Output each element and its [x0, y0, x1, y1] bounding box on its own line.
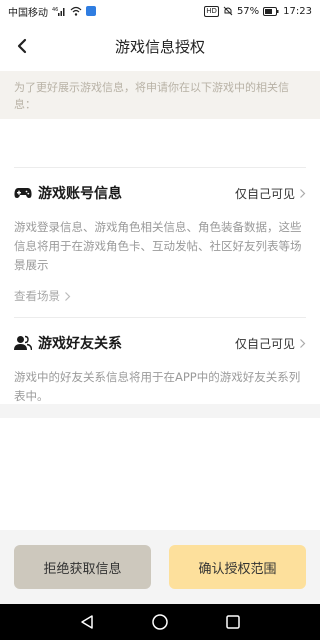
- section-title: 游戏好友关系: [38, 336, 122, 352]
- section-header: 游戏好友关系 仅自己可见: [14, 318, 306, 368]
- battery-icon: [263, 6, 279, 16]
- reject-button[interactable]: 拒绝获取信息: [14, 545, 151, 589]
- section-description: 游戏登录信息、游戏角色相关信息、角色装备数据，这些信息将用于在游戏角色卡、互动发…: [14, 220, 302, 272]
- confirm-button[interactable]: 确认授权范围: [169, 545, 306, 589]
- mute-icon: [223, 6, 233, 16]
- triangle-back-icon: [80, 615, 93, 629]
- chevron-left-icon: [17, 38, 27, 54]
- friends-icon: [14, 335, 32, 351]
- carrier-name: 中国移动: [8, 7, 48, 19]
- hd-badge: HD: [204, 5, 219, 17]
- section-header: 游戏账号信息 仅自己可见: [14, 168, 306, 218]
- section-game-friends: 游戏好友关系 仅自己可见 游戏中的好友关系信息将用于在APP中的游戏好友关系列表…: [0, 318, 320, 406]
- section-description: 游戏中的好友关系信息将用于在APP中的游戏好友关系列表中。: [14, 370, 301, 403]
- visibility-selector[interactable]: 仅自己可见: [235, 185, 306, 202]
- action-bar: 拒绝获取信息 确认授权范围: [0, 530, 320, 604]
- page-header: 游戏信息授权: [0, 22, 320, 70]
- visibility-label: 仅自己可见: [234, 336, 295, 351]
- back-button[interactable]: [10, 34, 34, 58]
- permissions-list: 游戏账号信息 仅自己可见 游戏登录信息、游戏角色相关信息、角色装备数据，这些信息…: [0, 119, 320, 406]
- view-scene-link[interactable]: 查看场景: [14, 285, 306, 307]
- battery-percent: 57%: [236, 5, 260, 17]
- chevron-right-icon: [65, 291, 71, 301]
- authorization-notice: 为了更好展示游戏信息，将申请你在以下游戏中的相关信息：: [0, 71, 320, 119]
- page-title: 游戏信息授权: [114, 37, 205, 56]
- section-title-group: 游戏好友关系: [14, 333, 122, 353]
- section-game-account: 游戏账号信息 仅自己可见 游戏登录信息、游戏角色相关信息、角色装备数据，这些信息…: [0, 168, 320, 307]
- visibility-label: 仅自己可见: [234, 186, 295, 201]
- square-recents-icon: [226, 615, 241, 629]
- nav-home-button[interactable]: [150, 612, 170, 632]
- nav-back-button[interactable]: [77, 612, 97, 632]
- section-separator: [0, 404, 320, 418]
- system-navigation-bar: [0, 604, 320, 640]
- visibility-selector[interactable]: 仅自己可见: [235, 335, 306, 352]
- clock: 17:23: [283, 5, 312, 17]
- chevron-right-icon: [300, 188, 306, 198]
- status-right: HD 57% 17:23: [204, 5, 312, 17]
- signal-icon: 46: [52, 6, 66, 16]
- chevron-right-icon: [300, 338, 306, 348]
- section-title-group: 游戏账号信息: [14, 183, 122, 203]
- screen: 中国移动 46 HD 57% 17:23 游戏信息授权 为了更好展示游戏信息，将…: [0, 0, 320, 640]
- nav-recents-button[interactable]: [223, 612, 243, 632]
- wifi-icon: [70, 6, 82, 16]
- section-title: 游戏账号信息: [38, 186, 122, 202]
- gamepad-icon: [14, 188, 32, 198]
- circle-home-icon: [152, 614, 168, 630]
- status-left: 中国移动 46: [8, 4, 96, 19]
- view-scene-label: 查看场景: [14, 289, 60, 303]
- svg-text:46: 46: [52, 7, 58, 13]
- app-notification-icon: [86, 6, 96, 16]
- status-bar: 中国移动 46 HD 57% 17:23: [0, 0, 320, 22]
